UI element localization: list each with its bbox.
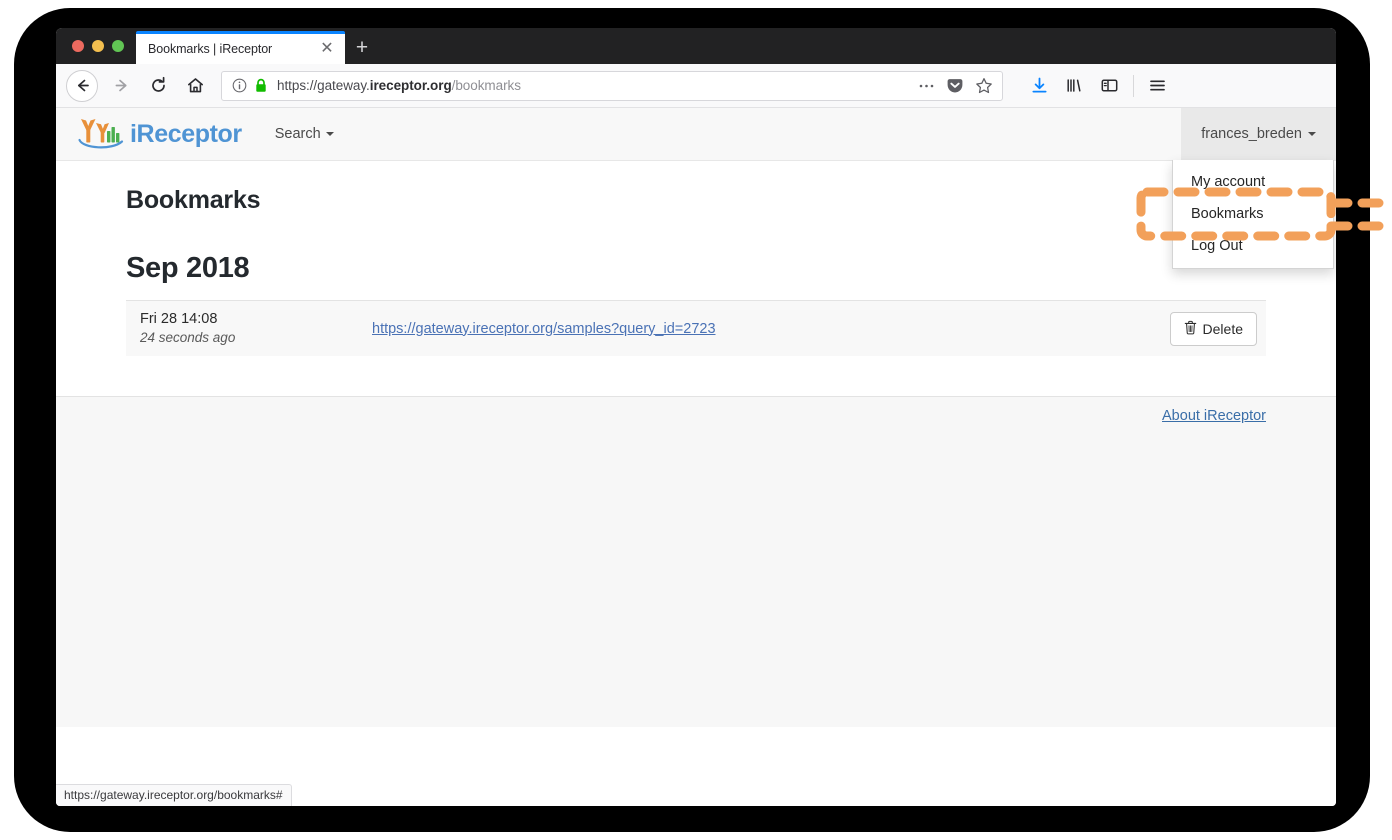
ellipsis-icon[interactable] bbox=[916, 76, 936, 96]
delete-button-label: Delete bbox=[1202, 320, 1243, 337]
bookmark-link[interactable]: https://gateway.ireceptor.org/samples?qu… bbox=[372, 321, 716, 337]
library-icon[interactable] bbox=[1058, 70, 1091, 102]
table-row: Fri 28 14:08 24 seconds ago https://gate… bbox=[126, 301, 1266, 356]
user-menu-label: frances_breden bbox=[1201, 126, 1302, 142]
minimize-window-button[interactable] bbox=[92, 40, 104, 52]
browser-tab[interactable]: Bookmarks | iReceptor ✕ bbox=[136, 31, 345, 64]
page-footer: About iReceptor bbox=[56, 397, 1336, 727]
toolbar-divider bbox=[1133, 74, 1134, 97]
page-actions bbox=[916, 76, 996, 96]
tab-title: Bookmarks | iReceptor bbox=[148, 42, 273, 56]
url-bar[interactable]: https://gateway.ireceptor.org/bookmarks bbox=[221, 70, 1003, 101]
page-viewport: iReceptor Search frances_breden My accou… bbox=[56, 108, 1336, 806]
hamburger-menu-icon[interactable] bbox=[1141, 70, 1174, 102]
new-tab-icon[interactable]: + bbox=[345, 31, 379, 64]
status-bar: https://gateway.ireceptor.org/bookmarks# bbox=[56, 784, 292, 806]
star-icon[interactable] bbox=[974, 76, 994, 96]
pocket-icon[interactable] bbox=[945, 76, 965, 96]
brand-name: iReceptor bbox=[130, 119, 242, 148]
bookmark-relative-time: 24 seconds ago bbox=[140, 330, 236, 346]
user-menu-button[interactable]: frances_breden bbox=[1181, 108, 1336, 160]
nav-search-label: Search bbox=[274, 126, 321, 142]
brand-logo[interactable]: iReceptor bbox=[56, 117, 242, 151]
reload-icon[interactable] bbox=[142, 70, 174, 102]
close-tab-icon[interactable]: ✕ bbox=[317, 39, 337, 59]
browser-window: Bookmarks | iReceptor ✕ + https://gatewa… bbox=[56, 28, 1336, 806]
menu-item-bookmarks[interactable]: Bookmarks bbox=[1173, 198, 1333, 230]
url-path: /bookmarks bbox=[451, 78, 521, 93]
nav-search-dropdown[interactable]: Search bbox=[275, 126, 334, 142]
bookmark-date-cell: Fri 28 14:08 24 seconds ago bbox=[136, 310, 372, 348]
site-navbar: iReceptor Search frances_breden My accou… bbox=[56, 108, 1336, 269]
download-icon[interactable] bbox=[1023, 70, 1056, 102]
toolbar-right-buttons bbox=[1023, 70, 1174, 102]
chevron-down-icon bbox=[325, 132, 334, 136]
delete-button[interactable]: Delete bbox=[1169, 311, 1257, 346]
month-heading: Sep 2018 bbox=[126, 252, 250, 284]
bookmark-date: Fri 28 14:08 bbox=[140, 310, 218, 327]
close-window-button[interactable] bbox=[72, 40, 84, 52]
menu-item-log-out[interactable]: Log Out bbox=[1173, 230, 1333, 262]
maximize-window-button[interactable] bbox=[112, 40, 124, 52]
bookmarks-table: Fri 28 14:08 24 seconds ago https://gate… bbox=[126, 300, 1266, 356]
forward-arrow-icon[interactable] bbox=[105, 70, 137, 102]
url-text: https://gateway.ireceptor.org/bookmarks bbox=[277, 78, 916, 93]
url-prefix: https://gateway. bbox=[277, 78, 370, 93]
page-title: Bookmarks bbox=[126, 186, 261, 214]
back-arrow-icon[interactable] bbox=[66, 69, 98, 102]
user-menu-dropdown: My account Bookmarks Log Out bbox=[1172, 160, 1334, 269]
browser-tab-strip: Bookmarks | iReceptor ✕ + bbox=[56, 28, 1336, 64]
content-container: Bookmarks Sep 2018 Fri 28 14:08 24 secon… bbox=[56, 186, 1336, 356]
menu-item-my-account[interactable]: My account bbox=[1173, 166, 1333, 198]
chevron-down-icon bbox=[1308, 132, 1316, 136]
info-icon[interactable] bbox=[232, 78, 247, 93]
main-content: Bookmarks Sep 2018 Fri 28 14:08 24 secon… bbox=[56, 186, 1336, 727]
sidebar-icon[interactable] bbox=[1093, 70, 1126, 102]
ireceptor-logo-icon bbox=[76, 117, 128, 151]
window-controls bbox=[56, 28, 136, 64]
bookmark-action-cell: Delete bbox=[1169, 311, 1257, 346]
trash-icon bbox=[1184, 320, 1197, 338]
home-icon[interactable] bbox=[179, 70, 211, 102]
url-host: ireceptor.org bbox=[369, 78, 452, 93]
bookmark-link-cell: https://gateway.ireceptor.org/samples?qu… bbox=[372, 320, 1170, 338]
lock-icon[interactable] bbox=[254, 78, 268, 93]
about-ireceptor-link[interactable]: About iReceptor bbox=[1162, 408, 1266, 424]
browser-toolbar: https://gateway.ireceptor.org/bookmarks bbox=[56, 64, 1336, 108]
